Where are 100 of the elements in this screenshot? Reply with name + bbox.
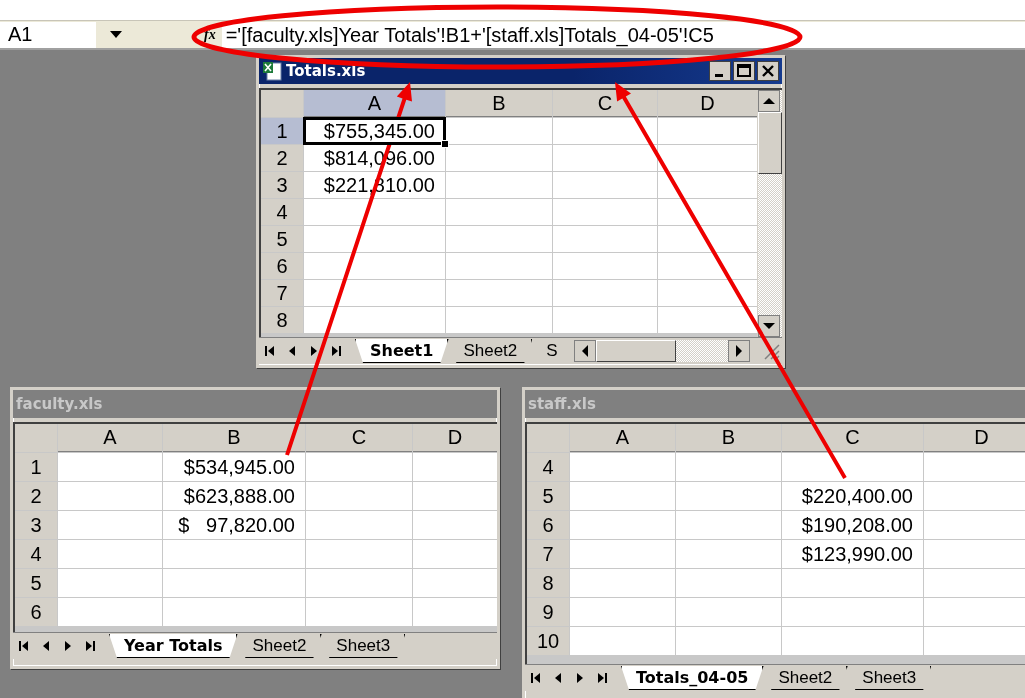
select-all-button[interactable] [527,424,569,452]
row-header[interactable]: 4 [261,199,303,225]
row-header[interactable]: 7 [527,540,569,568]
vertical-scrollbar[interactable] [757,90,782,337]
table-cell[interactable] [570,540,675,568]
table-cell[interactable] [446,172,552,198]
table-cell[interactable] [304,253,445,279]
table-cell[interactable] [413,569,497,597]
table-cell[interactable] [446,199,552,225]
close-button[interactable] [757,61,779,81]
select-all-button[interactable] [261,90,303,117]
table-cell[interactable] [782,569,923,597]
row-header[interactable]: 6 [261,253,303,279]
scroll-left-button[interactable] [573,340,596,362]
table-cell[interactable] [658,172,757,198]
scrollbar-thumb[interactable] [758,112,782,174]
table-cell[interactable] [553,307,657,333]
table-cell[interactable] [306,540,412,568]
table-cell[interactable] [446,280,552,306]
table-cell[interactable]: $534,945.00 [163,453,305,481]
dropdown-caret-icon[interactable] [110,30,122,39]
row-header[interactable]: 4 [527,453,569,481]
table-cell[interactable] [306,482,412,510]
minimize-button[interactable] [709,61,731,81]
table-cell[interactable] [924,482,1025,510]
row-header[interactable]: 6 [527,511,569,539]
table-cell[interactable] [306,511,412,539]
table-cell[interactable] [658,118,757,144]
table-cell[interactable] [413,482,497,510]
row-header[interactable]: 7 [261,280,303,306]
table-cell[interactable] [163,540,305,568]
table-cell[interactable] [304,199,445,225]
table-cell[interactable] [446,118,552,144]
table-cell[interactable] [446,226,552,252]
row-header[interactable]: 6 [15,598,57,626]
row-header[interactable]: 8 [261,307,303,333]
table-cell[interactable] [570,453,675,481]
column-header[interactable]: A [570,424,675,452]
table-cell[interactable] [570,482,675,510]
table-cell[interactable]: $190,208.00 [782,511,923,539]
table-cell[interactable] [446,145,552,171]
select-all-button[interactable] [15,424,57,452]
table-cell[interactable] [924,569,1025,597]
table-cell[interactable] [58,511,162,539]
column-header[interactable]: A [58,424,162,452]
formula-field[interactable]: ='[faculty.xls]Year Totals'!B1+'[staff.xls]Totals_04-05'!C5 [221,21,1025,48]
column-header[interactable]: C [306,424,412,452]
table-cell[interactable] [163,598,305,626]
sheet-tab[interactable]: Sheet2 [448,339,533,363]
table-cell[interactable] [553,199,657,225]
table-cell[interactable] [658,145,757,171]
table-cell[interactable] [570,627,675,655]
column-header[interactable]: C [782,424,923,452]
table-cell[interactable] [676,598,781,626]
row-header[interactable]: 2 [261,145,303,171]
table-cell[interactable] [658,226,757,252]
table-cell[interactable] [658,253,757,279]
column-header[interactable]: D [658,90,757,117]
row-header[interactable]: 5 [261,226,303,252]
table-cell[interactable] [58,482,162,510]
row-header[interactable]: 1 [261,118,303,144]
table-cell[interactable] [306,453,412,481]
table-cell[interactable]: $220,400.00 [782,482,923,510]
last-sheet-button[interactable] [331,345,341,357]
table-cell[interactable] [658,199,757,225]
table-cell[interactable]: $123,990.00 [782,540,923,568]
table-cell[interactable] [924,627,1025,655]
previous-sheet-button[interactable] [287,345,297,357]
table-cell[interactable] [924,511,1025,539]
table-cell[interactable] [553,118,657,144]
column-header[interactable]: D [924,424,1025,452]
scroll-up-button[interactable] [758,90,780,112]
table-cell[interactable] [58,540,162,568]
row-header[interactable]: 8 [527,569,569,597]
row-header[interactable]: 9 [527,598,569,626]
table-cell[interactable] [413,511,497,539]
table-cell[interactable] [676,511,781,539]
table-cell[interactable] [304,226,445,252]
fill-handle[interactable] [441,140,449,148]
table-cell[interactable] [676,453,781,481]
table-cell[interactable] [413,453,497,481]
row-header[interactable]: 2 [15,482,57,510]
row-header[interactable]: 1 [15,453,57,481]
table-cell[interactable] [553,172,657,198]
table-cell[interactable] [306,569,412,597]
table-cell[interactable] [304,307,445,333]
maximize-button[interactable] [733,61,755,81]
row-header[interactable]: 10 [527,627,569,655]
table-cell[interactable] [658,280,757,306]
row-header[interactable]: 5 [527,482,569,510]
table-cell[interactable] [553,253,657,279]
row-header[interactable]: 5 [15,569,57,597]
table-cell[interactable] [306,598,412,626]
table-cell[interactable] [553,226,657,252]
table-cell[interactable] [658,307,757,333]
table-cell[interactable] [782,453,923,481]
table-cell[interactable] [58,598,162,626]
table-cell[interactable] [570,598,675,626]
table-cell[interactable] [413,540,497,568]
table-cell[interactable] [570,511,675,539]
